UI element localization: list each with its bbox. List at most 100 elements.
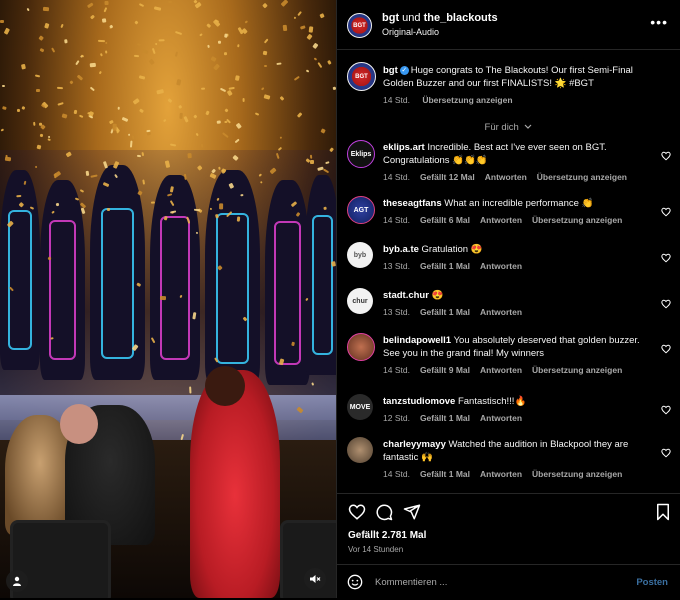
confetti-piece [50, 336, 54, 340]
reply-button[interactable]: Antworten [485, 172, 527, 182]
comment-likes[interactable]: Gefällt 1 Mal [420, 413, 470, 423]
likes-count[interactable]: Gefällt 2.781 Mal [348, 530, 426, 541]
comment-avatar[interactable] [347, 333, 375, 361]
comment-like-heart-icon[interactable] [661, 148, 671, 161]
comment-time: 14 Std. [383, 469, 410, 479]
comment-likes[interactable]: Gefällt 6 Mal [420, 215, 470, 225]
confetti-piece [150, 201, 155, 204]
comment-avatar[interactable]: byb [347, 242, 373, 268]
comment-body: What an incredible performance 👏 [444, 198, 594, 209]
comment-body: Gratulation 😍 [421, 244, 483, 255]
author-link-blackouts[interactable]: the_blackouts [424, 12, 498, 24]
confetti-piece [178, 112, 183, 119]
reply-button[interactable]: Antworten [480, 215, 522, 225]
confetti-piece [306, 33, 313, 41]
comment-likes[interactable]: Gefällt 9 Mal [420, 365, 470, 375]
confetti-piece [15, 194, 22, 198]
confetti-piece [235, 138, 240, 144]
translate-link[interactable]: Übersetzung anzeigen [532, 365, 622, 375]
comment-username[interactable]: belindapowell1 [383, 335, 451, 346]
more-horizontal-icon[interactable]: ••• [650, 14, 668, 30]
comment-text: charleyymayy Watched the audition in Bla… [383, 438, 658, 464]
caption-username[interactable]: bgt [383, 65, 398, 76]
confetti-piece [200, 143, 204, 148]
comment-likes[interactable]: Gefällt 1 Mal [420, 261, 470, 271]
comment-username[interactable]: byb.a.te [383, 244, 419, 255]
confetti-piece [17, 108, 22, 112]
caption-time: 14 Std. [383, 95, 410, 105]
for-you-filter[interactable]: Für dich [337, 122, 680, 133]
comment-like-heart-icon[interactable] [661, 445, 671, 458]
comment-avatar[interactable]: Eklips [347, 140, 375, 168]
post-authors: bgt und the_blackouts [382, 12, 498, 24]
confetti-piece [310, 159, 315, 164]
share-icon[interactable] [403, 503, 421, 521]
bookmark-icon[interactable] [654, 503, 672, 521]
caption-avatar[interactable]: BGT [347, 62, 376, 91]
confetti-piece [121, 117, 129, 123]
comment-likes[interactable]: Gefällt 1 Mal [420, 307, 470, 317]
comment-input[interactable]: Kommentieren ... [375, 577, 447, 588]
user-tag-icon[interactable] [6, 570, 28, 592]
confetti-piece [293, 75, 300, 81]
comment-username[interactable]: stadt.chur [383, 290, 429, 301]
confetti-piece [37, 144, 42, 150]
reply-button[interactable]: Antworten [480, 469, 522, 479]
comment-username[interactable]: charleyymayy [383, 439, 446, 450]
post-comment-button[interactable]: Posten [636, 577, 668, 588]
comment-like-heart-icon[interactable] [661, 204, 671, 217]
confetti-piece [299, 25, 306, 31]
heart-icon[interactable] [348, 503, 366, 521]
confetti-piece [297, 112, 303, 118]
authors-joiner: und [402, 12, 421, 24]
comment-meta: 14 Std. Gefällt 6 Mal Antworten Übersetzung… [383, 215, 632, 225]
confetti-piece [312, 43, 319, 50]
audio-link[interactable]: Original-Audio [382, 27, 439, 37]
reply-button[interactable]: Antworten [480, 307, 522, 317]
comment-likes[interactable]: Gefällt 12 Mal [420, 172, 475, 182]
translate-link[interactable]: Übersetzung anzeigen [532, 469, 622, 479]
confetti-piece [60, 23, 65, 29]
confetti-piece [139, 74, 147, 80]
comment-username[interactable]: theseagtfans [383, 198, 442, 209]
confetti-piece [130, 140, 133, 148]
caption-body: Huge congrats to The Blackouts! Our firs… [383, 65, 633, 89]
confetti-piece [101, 19, 107, 24]
comment-avatar[interactable] [347, 437, 373, 463]
reply-button[interactable]: Antworten [480, 365, 522, 375]
comment-meta: 13 Std. Gefällt 1 Mal Antworten [383, 307, 532, 317]
confetti-piece [221, 132, 229, 138]
comment-like-heart-icon[interactable] [661, 250, 671, 263]
reply-button[interactable]: Antworten [480, 261, 522, 271]
confetti-piece [55, 202, 60, 206]
judge-head [60, 404, 98, 444]
translate-link[interactable]: Übersetzung anzeigen [532, 215, 622, 225]
confetti-piece [90, 86, 96, 91]
confetti-piece [56, 86, 63, 90]
comment-avatar[interactable]: MOVE [347, 394, 373, 420]
confetti-piece [132, 97, 140, 105]
confetti-piece [206, 44, 210, 48]
post-media-video[interactable] [0, 0, 336, 598]
comment-avatar[interactable]: AGT [347, 196, 375, 224]
comment-avatar[interactable]: chur [347, 288, 373, 314]
comment-time: 14 Std. [383, 365, 410, 375]
comment-username[interactable]: tanzstudiomove [383, 396, 455, 407]
confetti-piece [216, 119, 221, 124]
author-avatar[interactable]: BGT [347, 13, 372, 38]
translate-link[interactable]: Übersetzung anzeigen [422, 95, 512, 105]
comment-likes[interactable]: Gefällt 1 Mal [420, 469, 470, 479]
caption-text: bgt ✓ Huge congrats to The Blackouts! Our … [383, 64, 658, 90]
comment-icon[interactable] [375, 503, 393, 521]
comment-like-heart-icon[interactable] [661, 341, 671, 354]
speaker-muted-icon[interactable] [304, 568, 326, 590]
reply-button[interactable]: Antworten [480, 413, 522, 423]
emoji-icon[interactable] [347, 574, 363, 590]
comment-like-heart-icon[interactable] [661, 402, 671, 415]
comment-like-heart-icon[interactable] [661, 296, 671, 309]
comment-body: 😍 [431, 290, 444, 301]
comment-username[interactable]: eklips.art [383, 142, 425, 153]
author-link-bgt[interactable]: bgt [382, 12, 399, 24]
confetti-piece [0, 20, 5, 24]
translate-link[interactable]: Übersetzung anzeigen [537, 172, 627, 182]
